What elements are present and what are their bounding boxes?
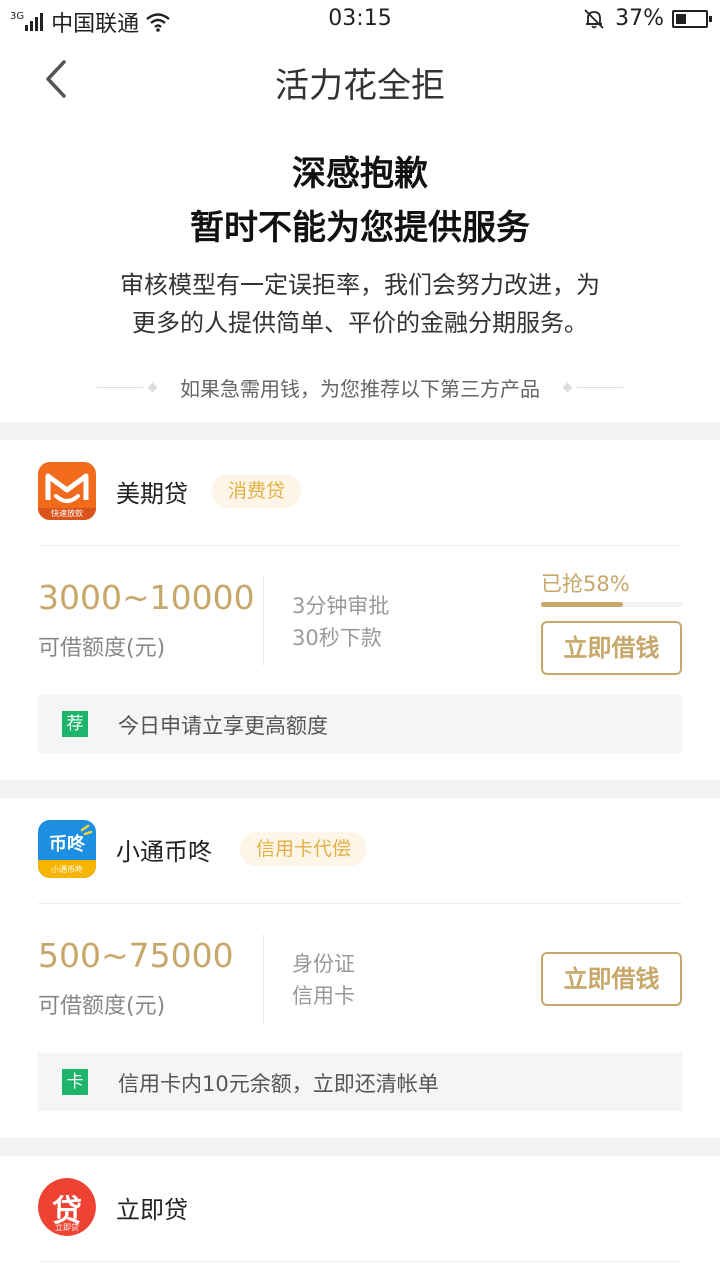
product-tag: 信用卡代偿 (240, 832, 368, 866)
product-card-lijidai[interactable]: 贷 立即贷 立即贷 (0, 1156, 720, 1280)
divider-diamond-left (147, 382, 158, 392)
logo-caption: 小通币咚 (51, 865, 83, 874)
borrow-now-button[interactable]: 立即借钱 (541, 621, 682, 675)
status-right: 37% (583, 6, 712, 31)
promo-text: 信用卡内10元余额，立即还清帐单 (118, 1072, 439, 1096)
xiaotong-logo-icon: 币咚 小通币咚 (38, 820, 96, 878)
product-header: 快速放款 美期贷 消费贷 (38, 440, 682, 546)
promo-banner[interactable]: 卡 信用卡内10元余额，立即还清帐单 (38, 1053, 682, 1111)
product-header: 贷 立即贷 立即贷 (38, 1156, 682, 1262)
product-name: 美期贷 (116, 480, 188, 508)
logo-text: 币咚 (49, 834, 85, 855)
battery-fill (676, 13, 686, 24)
battery-icon (672, 9, 712, 28)
recommend-divider: 如果急需用钱，为您推荐以下第三方产品 (0, 370, 720, 404)
description-line-1: 审核模型有一定误拒率，我们会努力改进，为 (120, 271, 600, 299)
section-gap (0, 422, 720, 440)
section-gap (0, 1138, 720, 1156)
page-title: 活力花全拒 (275, 66, 445, 106)
divider-line-right (577, 386, 623, 388)
product-name: 立即贷 (116, 1196, 188, 1224)
loan-amount-label: 可借额度(元) (38, 636, 166, 661)
promo-text: 今日申请立享更高额度 (118, 714, 328, 738)
recommend-text: 如果急需用钱，为您推荐以下第三方产品 (180, 376, 540, 401)
loan-amount-range: 500~75000 (38, 936, 234, 975)
feature-credit-card: 信用卡 (292, 984, 355, 1008)
promo-badge-recommend: 荐 (62, 711, 88, 737)
product-card-xiaotong[interactable]: 币咚 小通币咚 小通币咚 信用卡代偿 500~75000 可借额度(元) 身份证… (0, 798, 720, 1138)
product-name: 小通币咚 (116, 838, 212, 866)
logo-caption: 立即贷 (55, 1223, 79, 1232)
section-gap (0, 780, 720, 798)
progress-bar (541, 602, 682, 607)
apology-title: 深感抱歉 (292, 154, 428, 194)
description-line-2: 更多的人提供简单、平价的金融分期服务。 (132, 309, 588, 337)
progress-bar-fill (541, 602, 623, 607)
divider-line-left (97, 386, 143, 388)
product-tag: 消费贷 (212, 474, 302, 508)
feature-approval: 3分钟审批 (292, 594, 390, 618)
lijidai-logo-icon: 贷 立即贷 (38, 1178, 96, 1236)
divider-diamond-right (562, 382, 573, 392)
battery-percent: 37% (615, 6, 664, 31)
status-bar: 3G 中国联通 03:15 37% (0, 0, 720, 40)
grabbed-progress-text: 已抢58% (541, 572, 630, 596)
loan-amount-label: 可借额度(元) (38, 994, 166, 1019)
logo-caption: 快速放款 (51, 509, 83, 518)
feature-id-card: 身份证 (292, 952, 355, 976)
meiqidai-logo-icon: 快速放款 (38, 462, 96, 520)
product-card-meiqidai[interactable]: 快速放款 美期贷 消费贷 3000~10000 可借额度(元) 3分钟审批 30… (0, 440, 720, 780)
loan-amount-range: 3000~10000 (38, 578, 255, 617)
apology-subtitle: 暂时不能为您提供服务 (190, 208, 530, 248)
promo-badge-card: 卡 (62, 1069, 88, 1095)
vertical-divider (263, 576, 264, 666)
promo-banner[interactable]: 荐 今日申请立享更高额度 (38, 695, 682, 753)
borrow-now-button[interactable]: 立即借钱 (541, 952, 682, 1006)
apology-description: 审核模型有一定误拒率，我们会努力改进，为 更多的人提供简单、平价的金融分期服务。 (60, 266, 660, 342)
feature-disbursement: 30秒下款 (292, 626, 382, 650)
mute-bell-icon (583, 8, 605, 30)
product-header: 币咚 小通币咚 小通币咚 信用卡代偿 (38, 798, 682, 904)
nav-bar: 活力花全拒 (0, 40, 720, 120)
vertical-divider (263, 934, 264, 1024)
